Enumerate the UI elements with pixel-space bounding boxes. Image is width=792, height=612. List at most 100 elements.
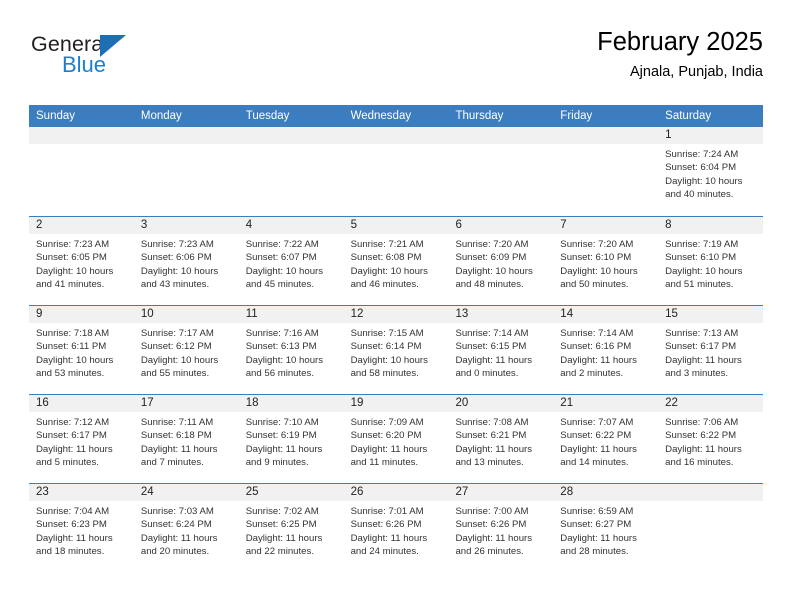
day-cell[interactable]: 5 Sunrise: 7:21 AM Sunset: 6:08 PM Daylight… — [343, 217, 449, 305]
day-cell[interactable]: 2 Sunrise: 7:23 AM Sunset: 6:05 PM Daylight… — [29, 217, 134, 305]
daylight-text: Daylight: 11 hours and 13 minutes. — [455, 443, 533, 469]
sunrise-text: Sunrise: 7:01 AM — [350, 506, 424, 517]
sunset-text: Sunset: 6:26 PM — [455, 519, 527, 531]
sunset-text: Sunset: 6:24 PM — [140, 519, 212, 531]
day-number: 16 — [29, 395, 134, 412]
general-blue-logo: General Blue — [29, 33, 229, 90]
day-details: Sunrise: 7:02 AM Sunset: 6:25 PM Daylight:… — [239, 501, 344, 559]
day-details: Sunrise: 7:04 AM Sunset: 6:23 PM Daylight:… — [29, 501, 134, 559]
sunset-text: Sunset: 6:04 PM — [665, 162, 737, 174]
sunset-text: Sunset: 6:21 PM — [455, 430, 527, 442]
day-number: 2 — [29, 217, 134, 234]
sunrise-text: Sunrise: 7:12 AM — [36, 417, 110, 428]
day-cell[interactable]: 1 Sunrise: 7:24 AM Sunset: 6:04 PM Daylight… — [658, 127, 764, 216]
sunrise-text: Sunrise: 7:16 AM — [245, 328, 319, 339]
day-cell-empty — [29, 127, 134, 216]
day-cell[interactable]: 21 Sunrise: 7:07 AM Sunset: 6:22 PM Dayligh… — [553, 395, 659, 483]
sunrise-text: Sunrise: 7:14 AM — [560, 328, 634, 339]
sunrise-text: Sunrise: 7:18 AM — [36, 328, 110, 339]
day-cell[interactable]: 19 Sunrise: 7:09 AM Sunset: 6:20 PM Dayligh… — [343, 395, 449, 483]
day-number: 9 — [29, 306, 134, 323]
sunset-text: Sunset: 6:20 PM — [350, 430, 422, 442]
day-cell[interactable]: 24 Sunrise: 7:03 AM Sunset: 6:24 PM Dayligh… — [133, 484, 239, 572]
sunrise-text: Sunrise: 7:06 AM — [665, 417, 739, 428]
day-cell[interactable]: 18 Sunrise: 7:10 AM Sunset: 6:19 PM Dayligh… — [238, 395, 344, 483]
day-cell[interactable]: 15 Sunrise: 7:13 AM Sunset: 6:17 PM Dayligh… — [658, 306, 764, 394]
calendar-week-row: 9 Sunrise: 7:18 AM Sunset: 6:11 PM Daylight… — [29, 305, 764, 394]
day-cell[interactable]: 14 Sunrise: 7:14 AM Sunset: 6:16 PM Dayligh… — [553, 306, 659, 394]
day-cell[interactable]: 10 Sunrise: 7:17 AM Sunset: 6:12 PM Dayligh… — [133, 306, 239, 394]
sunrise-text: Sunrise: 7:21 AM — [350, 239, 424, 250]
daylight-text: Daylight: 10 hours and 53 minutes. — [36, 354, 114, 380]
day-cell[interactable]: 6 Sunrise: 7:20 AM Sunset: 6:09 PM Daylight… — [448, 217, 554, 305]
day-details: Sunrise: 7:13 AM Sunset: 6:17 PM Daylight:… — [658, 323, 763, 381]
day-details: Sunrise: 7:00 AM Sunset: 6:26 PM Daylight:… — [448, 501, 553, 559]
day-cell-empty — [133, 127, 239, 216]
day-cell[interactable]: 16 Sunrise: 7:12 AM Sunset: 6:17 PM Dayligh… — [29, 395, 134, 483]
day-number: 1 — [658, 127, 764, 144]
day-cell[interactable]: 26 Sunrise: 7:01 AM Sunset: 6:26 PM Dayligh… — [343, 484, 449, 572]
day-details: Sunrise: 7:15 AM Sunset: 6:14 PM Daylight:… — [344, 323, 449, 381]
day-cell[interactable]: 7 Sunrise: 7:20 AM Sunset: 6:10 PM Daylight… — [553, 217, 659, 305]
day-cell[interactable]: 9 Sunrise: 7:18 AM Sunset: 6:11 PM Daylight… — [29, 306, 134, 394]
day-cell[interactable]: 20 Sunrise: 7:08 AM Sunset: 6:21 PM Dayligh… — [448, 395, 554, 483]
calendar-page: General Blue February 2025 Ajnala, Punja… — [0, 0, 792, 612]
day-details: Sunrise: 7:19 AM Sunset: 6:10 PM Daylight:… — [658, 234, 763, 292]
day-number: 6 — [448, 217, 554, 234]
sunset-text: Sunset: 6:15 PM — [455, 341, 527, 353]
sunset-text: Sunset: 6:17 PM — [36, 430, 107, 442]
day-details: Sunrise: 7:09 AM Sunset: 6:20 PM Daylight:… — [344, 412, 449, 470]
page-title: February 2025 — [597, 28, 763, 56]
day-cell-empty — [238, 127, 344, 216]
weekday-header-row: Sunday Monday Tuesday Wednesday Thursday… — [29, 105, 763, 127]
day-number — [343, 127, 449, 144]
day-cell[interactable]: 12 Sunrise: 7:15 AM Sunset: 6:14 PM Dayligh… — [343, 306, 449, 394]
day-cell[interactable]: 17 Sunrise: 7:11 AM Sunset: 6:18 PM Dayligh… — [133, 395, 239, 483]
day-cell[interactable]: 27 Sunrise: 7:00 AM Sunset: 6:26 PM Dayligh… — [448, 484, 554, 572]
day-cell[interactable]: 25 Sunrise: 7:02 AM Sunset: 6:25 PM Dayligh… — [238, 484, 344, 572]
day-details: Sunrise: 7:24 AM Sunset: 6:04 PM Daylight:… — [658, 144, 763, 202]
day-number: 11 — [238, 306, 344, 323]
sunrise-text: Sunrise: 7:03 AM — [140, 506, 214, 517]
day-cell[interactable]: 23 Sunrise: 7:04 AM Sunset: 6:23 PM Dayligh… — [29, 484, 134, 572]
day-number: 19 — [343, 395, 449, 412]
day-number: 27 — [448, 484, 554, 501]
daylight-text: Daylight: 11 hours and 24 minutes. — [350, 532, 428, 558]
daylight-text: Daylight: 11 hours and 3 minutes. — [665, 354, 742, 380]
day-details: Sunrise: 7:16 AM Sunset: 6:13 PM Daylight:… — [239, 323, 344, 381]
day-number: 26 — [343, 484, 449, 501]
day-number: 18 — [238, 395, 344, 412]
day-cell[interactable]: 13 Sunrise: 7:14 AM Sunset: 6:15 PM Dayligh… — [448, 306, 554, 394]
sunrise-text: Sunrise: 7:14 AM — [455, 328, 529, 339]
day-number: 28 — [553, 484, 659, 501]
day-number: 7 — [553, 217, 659, 234]
sunset-text: Sunset: 6:17 PM — [665, 341, 737, 353]
page-subtitle: Ajnala, Punjab, India — [629, 64, 763, 81]
day-details: Sunrise: 7:14 AM Sunset: 6:15 PM Daylight:… — [448, 323, 553, 381]
day-cell[interactable]: 22 Sunrise: 7:06 AM Sunset: 6:22 PM Dayligh… — [658, 395, 764, 483]
daylight-text: Daylight: 11 hours and 26 minutes. — [455, 532, 533, 558]
day-cell[interactable]: 4 Sunrise: 7:22 AM Sunset: 6:07 PM Daylight… — [238, 217, 344, 305]
sunrise-text: Sunrise: 7:10 AM — [245, 417, 319, 428]
sunset-text: Sunset: 6:13 PM — [245, 341, 317, 353]
sunrise-text: Sunrise: 6:59 AM — [560, 506, 634, 517]
day-number: 10 — [133, 306, 239, 323]
day-number: 3 — [133, 217, 239, 234]
sunrise-text: Sunrise: 7:22 AM — [245, 239, 319, 250]
sunrise-text: Sunrise: 7:08 AM — [455, 417, 529, 428]
day-cell[interactable]: 11 Sunrise: 7:16 AM Sunset: 6:13 PM Dayligh… — [238, 306, 344, 394]
daylight-text: Daylight: 11 hours and 11 minutes. — [350, 443, 428, 469]
day-number: 20 — [448, 395, 554, 412]
day-number — [658, 484, 764, 501]
sunset-text: Sunset: 6:10 PM — [560, 252, 632, 264]
day-cell[interactable]: 28 Sunrise: 6:59 AM Sunset: 6:27 PM Dayligh… — [553, 484, 659, 572]
day-cell[interactable]: 3 Sunrise: 7:23 AM Sunset: 6:06 PM Daylight… — [133, 217, 239, 305]
weekday-friday: Friday — [560, 110, 593, 122]
sunset-text: Sunset: 6:19 PM — [245, 430, 317, 442]
title-block: February 2025 Ajnala, Punjab, India — [597, 28, 763, 81]
sunset-text: Sunset: 6:05 PM — [36, 252, 107, 264]
weekday-saturday: Saturday — [665, 110, 712, 122]
day-number: 13 — [448, 306, 554, 323]
weekday-sunday: Sunday — [36, 110, 76, 122]
day-cell[interactable]: 8 Sunrise: 7:19 AM Sunset: 6:10 PM Daylight… — [658, 217, 764, 305]
